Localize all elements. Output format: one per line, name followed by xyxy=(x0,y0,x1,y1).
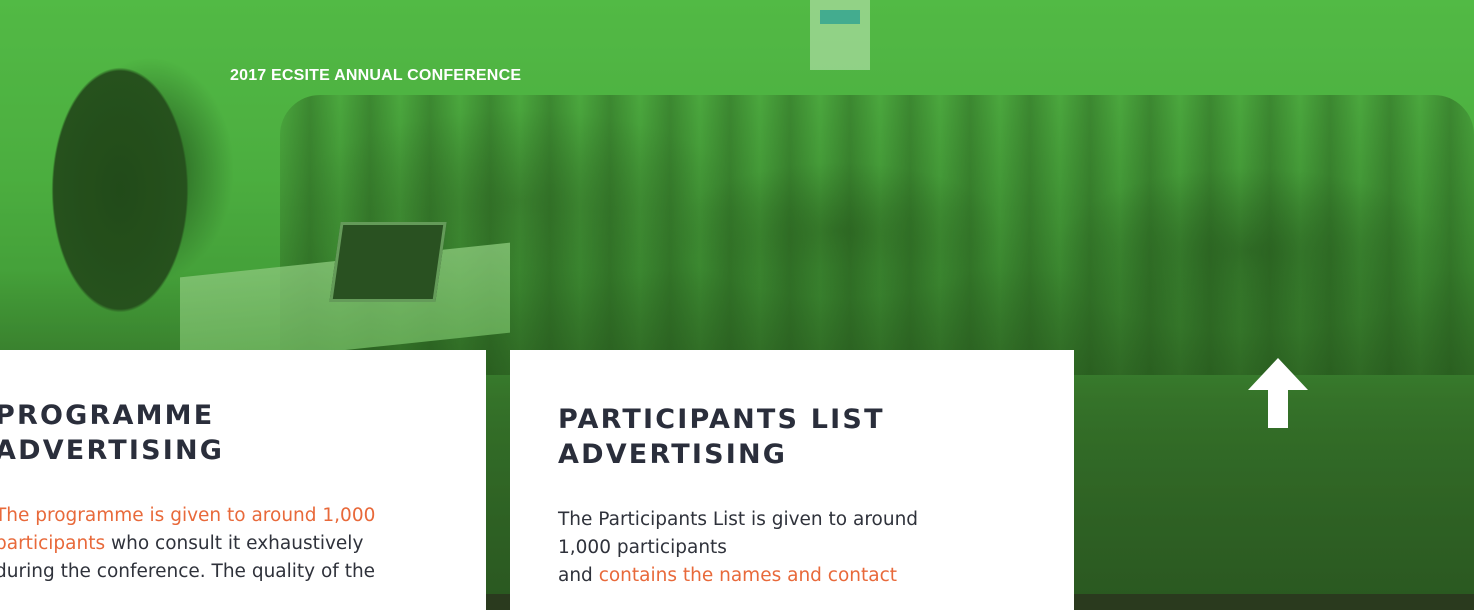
participants-list-advertising-card: PARTICIPANTS LIST ADVERTISING The Partic… xyxy=(510,350,1074,610)
card-title: PROGRAMME ADVERTISING xyxy=(0,398,438,468)
card-title: PARTICIPANTS LIST ADVERTISING xyxy=(558,402,1028,472)
conference-eyebrow: 2017 ECSITE ANNUAL CONFERENCE xyxy=(230,67,522,84)
programme-audience-link[interactable]: The programme is given to around 1,000 xyxy=(0,505,375,526)
card-body-text: 1,000 participants xyxy=(558,537,727,558)
card-title-line2: ADVERTISING xyxy=(0,435,225,466)
participants-link[interactable]: participants xyxy=(0,533,105,554)
programme-advertising-card: PROGRAMME ADVERTISING The programme is g… xyxy=(0,350,486,610)
card-title-line2: ADVERTISING xyxy=(558,439,788,470)
card-body-text: who consult it exhaustively xyxy=(105,533,364,554)
card-title-line1: PROGRAMME xyxy=(0,400,215,431)
card-body-text: during the conference. The quality of th… xyxy=(0,561,376,582)
arrow-up-icon xyxy=(1248,358,1308,428)
scroll-to-top-button[interactable] xyxy=(1248,358,1308,428)
card-body-text: The Participants List is given to around xyxy=(558,509,919,530)
card-body: The Participants List is given to around… xyxy=(558,506,1028,590)
card-title-line1: PARTICIPANTS LIST xyxy=(558,404,885,435)
card-body-text: and xyxy=(558,565,599,586)
card-body: The programme is given to around 1,000 p… xyxy=(0,502,438,586)
contact-details-link[interactable]: contains the names and contact xyxy=(599,565,897,586)
